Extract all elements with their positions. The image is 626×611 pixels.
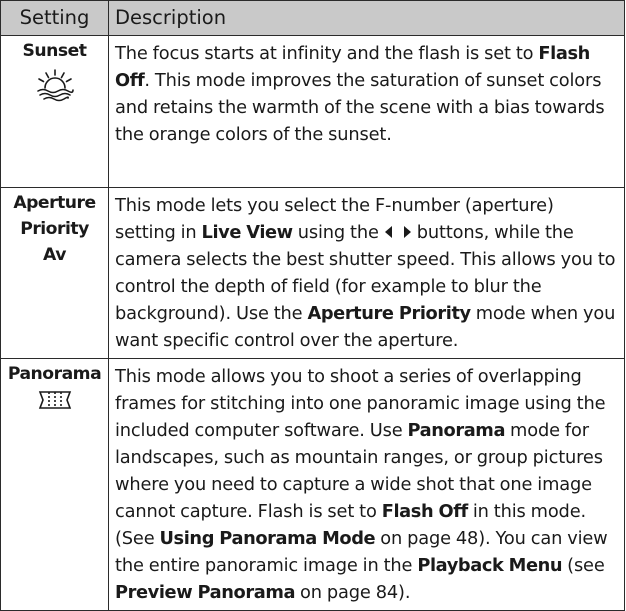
panorama-desc-text-6: on page 84). bbox=[295, 582, 411, 603]
setting-name-aperture-line3: Av bbox=[43, 245, 66, 265]
panorama-desc-bold-using-panorama-mode: Using Panorama Mode bbox=[159, 528, 376, 549]
table-row-sunset: Sunset The focus starts at infinity and … bbox=[0, 35, 625, 188]
description-cell-panorama: This mode allows you to shoot a series o… bbox=[108, 358, 625, 611]
setting-cell-aperture-priority: Aperture Priority Av bbox=[0, 187, 109, 359]
setting-name-sunset: Sunset bbox=[22, 41, 87, 61]
aperture-desc-bold-live-view: Live View bbox=[201, 222, 294, 243]
table-row-aperture-priority: Aperture Priority Av This mode lets you … bbox=[0, 187, 625, 359]
panorama-desc-bold-preview-panorama: Preview Panorama bbox=[115, 582, 296, 603]
panorama-desc-text-5: (see bbox=[562, 555, 605, 576]
sunset-desc-text-1: The focus starts at infinity and the fla… bbox=[115, 43, 539, 64]
aperture-desc-text-2: using the bbox=[292, 222, 379, 243]
settings-table: Setting Description Sunset The focus sta… bbox=[0, 0, 625, 611]
header-row: Setting Description bbox=[0, 0, 625, 36]
setting-name-aperture-line2: Priority bbox=[20, 219, 89, 239]
setting-name-aperture-line1: Aperture bbox=[13, 193, 96, 213]
setting-cell-sunset: Sunset bbox=[0, 35, 109, 188]
left-right-arrows-icon bbox=[384, 226, 411, 238]
sunset-desc-text-2: . This mode improves the saturation of s… bbox=[115, 70, 605, 145]
description-cell-sunset: The focus starts at infinity and the fla… bbox=[108, 35, 625, 188]
description-cell-aperture-priority: This mode lets you select the F-number (… bbox=[108, 187, 625, 359]
setting-name-panorama: Panorama bbox=[7, 364, 102, 384]
description-column-header: Description bbox=[108, 0, 625, 36]
table-row-panorama: Panorama This mode allows you to shoot a… bbox=[0, 358, 625, 611]
setting-column-header: Setting bbox=[0, 0, 109, 36]
panorama-desc-bold-flash-off: Flash Off bbox=[381, 501, 469, 522]
panorama-icon bbox=[38, 391, 71, 409]
panorama-desc-bold-playback-menu: Playback Menu bbox=[417, 555, 563, 576]
sunset-icon bbox=[36, 69, 74, 102]
aperture-desc-bold-aperture-priority: Aperture Priority bbox=[307, 303, 471, 324]
setting-cell-panorama: Panorama bbox=[0, 358, 109, 611]
panorama-desc-bold-panorama: Panorama bbox=[407, 420, 506, 441]
